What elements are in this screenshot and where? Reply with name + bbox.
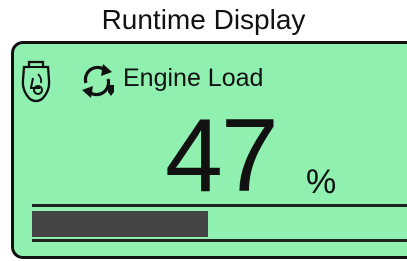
- bar-top-rule: [32, 204, 407, 207]
- auto-cycle-icon: [82, 64, 114, 98]
- runtime-display-page: Runtime Display Engine Load 47 %: [0, 0, 407, 261]
- load-unit: %: [306, 163, 337, 201]
- engine-icon: [21, 60, 51, 103]
- load-bar-fill: [32, 211, 209, 237]
- page-title: Runtime Display: [101, 4, 306, 35]
- load-bar: [32, 211, 407, 237]
- parameter-label: Engine Load: [123, 64, 264, 92]
- bar-bottom-rule: [32, 239, 407, 242]
- load-value: 47: [165, 98, 279, 214]
